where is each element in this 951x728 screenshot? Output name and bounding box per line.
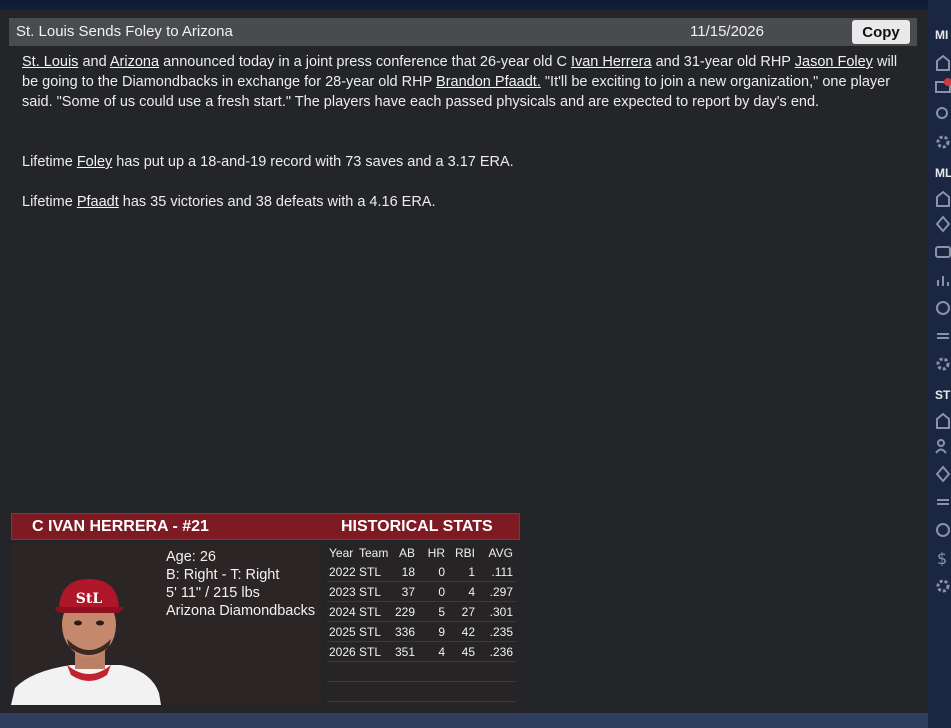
copy-button[interactable]: Copy [852, 20, 910, 44]
card-icon[interactable] [933, 242, 951, 262]
col-year: Year [329, 545, 354, 560]
team-link-arizona[interactable]: Arizona [110, 54, 159, 70]
dollar-icon[interactable]: $ [933, 548, 951, 568]
transfer-icon[interactable] [933, 326, 951, 346]
player-age: Age: 26 [166, 549, 216, 565]
cap-logo: StL [76, 591, 103, 607]
player-team: Arizona Diamondbacks [166, 603, 316, 619]
empty-row [327, 661, 516, 682]
article-header-bar: St. Louis Sends Foley to Arizona 11/15/2… [9, 18, 917, 46]
article-title: St. Louis Sends Foley to Arizona [16, 23, 233, 40]
home-icon[interactable] [933, 410, 951, 430]
player-link-foley[interactable]: Foley [77, 154, 112, 170]
player-link-ivan-herrera[interactable]: Ivan Herrera [571, 54, 652, 70]
player-card-name[interactable]: C IVAN HERRERA - #21 [32, 518, 209, 536]
top-strip [0, 0, 951, 10]
location-icon[interactable] [933, 464, 951, 484]
search-icon[interactable] [933, 104, 951, 124]
article-paragraph: Lifetime Pfaadt has 35 victories and 38 … [22, 194, 436, 210]
chart-icon[interactable] [933, 270, 951, 290]
home-icon[interactable] [933, 52, 951, 72]
historical-stats-table: Year Team AB HR RBI AVG 2022 STL 18 0 1 … [327, 543, 516, 702]
player-bats-throws: B: Right - T: Right [166, 567, 280, 583]
baseball-icon[interactable] [933, 520, 951, 540]
sidebar-section-label: MI [935, 28, 949, 42]
col-avg: AVG [488, 545, 513, 560]
historical-stats-title: HISTORICAL STATS [341, 518, 493, 535]
player-card-header: C IVAN HERRERA - #21 HISTORICAL STATS [11, 513, 520, 540]
stats-header-row: Year Team AB HR RBI AVG [327, 543, 516, 562]
player-link-jason-foley[interactable]: Jason Foley [795, 54, 873, 70]
table-row: 2023 STL 37 0 4 .297 [327, 581, 516, 602]
baseball-icon[interactable] [933, 298, 951, 318]
location-icon[interactable] [933, 214, 951, 234]
player-headshot-icon: StL [11, 579, 161, 705]
people-icon[interactable] [933, 436, 951, 456]
svg-text:$: $ [937, 549, 947, 568]
table-row: 2026 STL 351 4 45 .236 [327, 641, 516, 662]
mail-icon[interactable] [933, 76, 951, 96]
table-row: 2024 STL 229 5 27 .301 [327, 601, 516, 622]
team-link-st-louis[interactable]: St. Louis [22, 54, 78, 70]
bottom-band [0, 713, 928, 728]
player-link-brandon-pfaadt[interactable]: Brandon Pfaadt. [436, 74, 541, 90]
col-team: Team [359, 545, 389, 560]
table-row: 2025 STL 336 9 42 .235 [327, 621, 516, 642]
article-date: 11/15/2026 [690, 23, 764, 40]
article-paragraph: Lifetime Foley has put up a 18-and-19 re… [22, 154, 514, 170]
gear-icon[interactable] [933, 576, 951, 596]
col-rbi: RBI [454, 545, 475, 560]
gear-icon[interactable] [933, 132, 951, 152]
transfer-icon[interactable] [933, 492, 951, 512]
article-paragraph: St. Louis and Arizona announced today in… [22, 54, 898, 110]
empty-row [327, 681, 516, 702]
article-body: St. Louis and Arizona announced today in… [22, 52, 912, 212]
sidebar-section-label: ST [935, 388, 951, 402]
home-icon[interactable] [933, 188, 951, 208]
col-hr: HR [427, 545, 445, 560]
player-size: 5' 11" / 215 lbs [166, 585, 260, 601]
player-link-pfaadt[interactable]: Pfaadt [77, 194, 119, 210]
player-info: Age: 26 B: Right - T: Right 5' 11" / 215… [166, 548, 315, 620]
col-ab: AB [398, 545, 415, 560]
sidebar-section-label: ML [935, 166, 951, 180]
gear-icon[interactable] [933, 354, 951, 374]
table-row: 2022 STL 18 0 1 .111 [327, 562, 516, 582]
